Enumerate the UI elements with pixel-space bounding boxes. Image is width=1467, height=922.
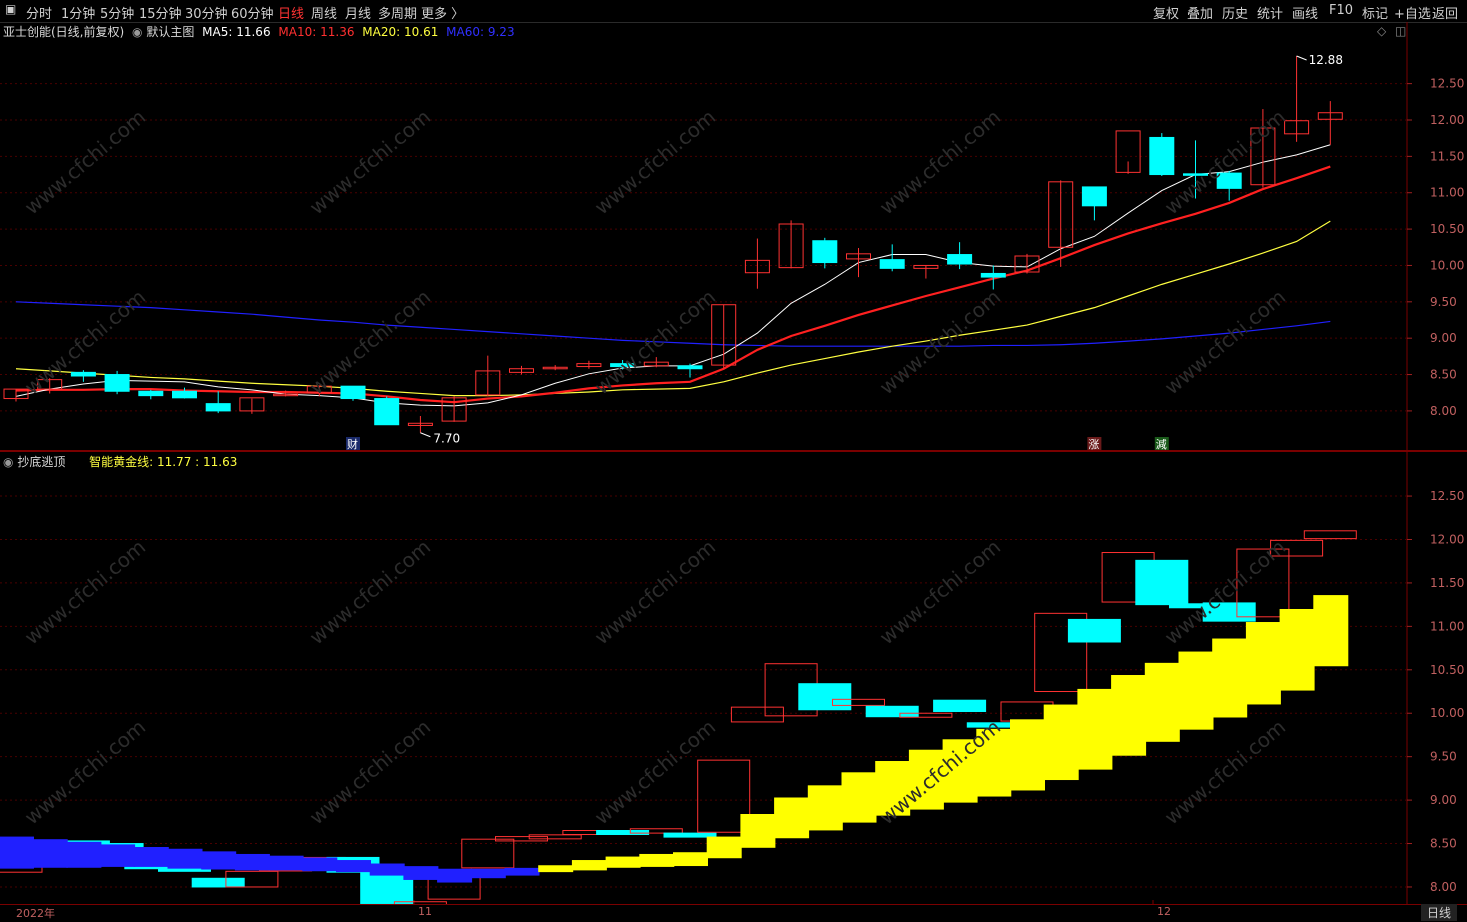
- gold-line-block: [740, 814, 776, 848]
- sub-box: [1303, 530, 1357, 540]
- gold-line-block: [639, 853, 675, 867]
- gold-line-block: [841, 772, 877, 823]
- gold-line-block: [167, 848, 203, 869]
- candle-body: [138, 390, 164, 397]
- gold-line-block: [201, 851, 237, 870]
- ma20-line: [15, 220, 1331, 397]
- event-cai: 财: [347, 437, 358, 451]
- gold-line-block: [0, 836, 34, 869]
- sub-box: [663, 832, 717, 838]
- x-label-dec: 12: [1157, 905, 1171, 918]
- gold-line-block: [504, 867, 540, 876]
- period-button[interactable]: 日线: [1420, 904, 1457, 921]
- y-tick-label-sub: 12.50: [1430, 489, 1464, 503]
- sub-box: [865, 705, 919, 718]
- y-tick-label-main: 9.00: [1430, 331, 1457, 345]
- ma5-line: [15, 144, 1331, 407]
- candle-body: [340, 385, 366, 400]
- ma10-line: [15, 165, 1331, 404]
- candle-body: [172, 390, 197, 399]
- gold-line-block: [807, 785, 843, 831]
- sub-box: [1067, 618, 1121, 643]
- candle-body: [104, 374, 130, 392]
- gold-line-block: [1178, 651, 1214, 730]
- gold-line-block: [673, 852, 708, 867]
- candle-body: [812, 240, 838, 264]
- gold-line-block: [1212, 638, 1248, 718]
- y-tick-label-sub: 8.50: [1430, 837, 1457, 851]
- sub-box: [730, 706, 784, 723]
- x-label-nov: 11: [418, 905, 432, 918]
- gold-line-block: [133, 847, 169, 867]
- candle-body: [205, 403, 231, 412]
- gold-line-block: [268, 855, 304, 871]
- y-tick-label-sub: 12.00: [1430, 532, 1464, 546]
- candle-body: [980, 272, 1006, 278]
- sub-box: [191, 877, 245, 888]
- y-tick-label-sub: 9.50: [1430, 750, 1457, 764]
- sub-box: [596, 830, 650, 836]
- y-tick-label-main: 8.00: [1430, 404, 1457, 418]
- gold-line-block: [1010, 719, 1045, 791]
- x-axis: 2022年 11 12: [0, 904, 1467, 922]
- pane-divider[interactable]: [0, 450, 1467, 452]
- candle-body: [1149, 136, 1175, 176]
- y-tick-label-main: 11.00: [1430, 186, 1464, 200]
- candle-body: [374, 398, 400, 426]
- y-tick-label-main: 12.50: [1430, 77, 1464, 91]
- gold-line-block: [1144, 662, 1180, 742]
- gold-line-block: [538, 865, 574, 873]
- gold-line-block: [234, 853, 270, 871]
- sub-box: [1135, 559, 1189, 606]
- event-jian: 減: [1156, 437, 1167, 451]
- gold-line-block: [1245, 622, 1281, 705]
- candle-body: [70, 371, 96, 377]
- gold-line-block: [706, 836, 742, 859]
- y-tick-label-main: 8.50: [1430, 368, 1457, 382]
- high-label: 12.88: [1309, 53, 1343, 67]
- gold-line-block: [774, 797, 810, 839]
- y-tick-label-sub: 10.50: [1430, 663, 1464, 677]
- x-label-year: 2022年: [16, 907, 55, 920]
- y-tick-label-sub: 11.00: [1430, 619, 1464, 633]
- high-marker: [1296, 55, 1307, 61]
- gold-line-block: [437, 868, 473, 883]
- candle-body: [1081, 186, 1107, 207]
- y-tick-label-sub: 9.00: [1430, 793, 1457, 807]
- gold-line-block: [302, 857, 338, 872]
- gold-line-block: [1077, 688, 1113, 770]
- low-marker: [420, 432, 431, 438]
- gold-line-block: [66, 841, 102, 868]
- candle-body: [947, 254, 973, 265]
- gold-line-block: [1279, 608, 1315, 691]
- candle-body: [879, 259, 905, 269]
- gold-line-block: [1111, 675, 1147, 756]
- gold-line-block: [1313, 595, 1349, 667]
- gold-line-block: [403, 866, 439, 880]
- gold-line-block: [605, 856, 641, 868]
- gold-line-block: [571, 860, 607, 871]
- y-tick-label-main: 10.00: [1430, 258, 1464, 272]
- gold-line-block: [369, 863, 405, 876]
- y-tick-label-sub: 8.00: [1430, 880, 1457, 894]
- low-label: 7.70: [433, 432, 460, 446]
- candle-body: [677, 365, 703, 370]
- y-tick-label-main: 12.00: [1430, 113, 1464, 127]
- gold-line-block: [32, 839, 68, 868]
- gold-line-block: [470, 868, 506, 879]
- gold-line-block: [336, 860, 371, 873]
- y-tick-label-main: 10.50: [1430, 222, 1464, 236]
- y-tick-label-main: 11.50: [1430, 149, 1464, 163]
- y-tick-label-sub: 11.50: [1430, 576, 1464, 590]
- y-tick-label-main: 9.50: [1430, 295, 1457, 309]
- gold-line-block: [100, 844, 136, 867]
- sub-box: [933, 699, 987, 712]
- y-tick-label-sub: 10.00: [1430, 706, 1464, 720]
- gold-line-block: [1043, 704, 1079, 781]
